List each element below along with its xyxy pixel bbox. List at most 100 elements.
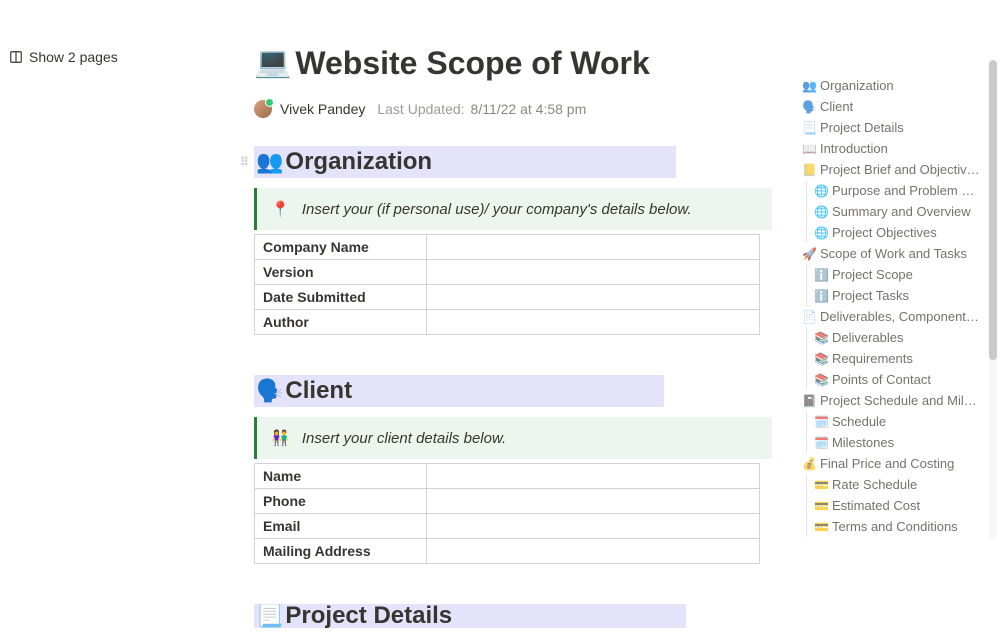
page-title-text: Website Scope of Work: [295, 44, 649, 82]
outline-item[interactable]: 💳Estimated Cost: [802, 495, 980, 516]
outline-item[interactable]: 📓Project Schedule and Milestones: [802, 390, 980, 411]
heading-organization-text: Organization: [285, 148, 432, 176]
page-title-emoji: 💻: [254, 45, 291, 81]
outline-item[interactable]: 📃Project Details: [802, 117, 980, 138]
outline-item-icon: ℹ️: [814, 268, 829, 282]
cell-label[interactable]: Author: [255, 310, 427, 335]
outline-item-icon: 📒: [802, 163, 817, 177]
outline-item-label: Estimated Cost: [832, 498, 920, 513]
outline-item[interactable]: 📚 Requirements: [802, 348, 980, 369]
outline-item-label: Summary and Overview: [832, 204, 971, 219]
callout-organization[interactable]: 📍 Insert your (if personal use)/ your co…: [254, 188, 772, 230]
outline-item-label: Final Price and Costing: [820, 456, 954, 471]
cell-value[interactable]: [427, 235, 760, 260]
pin-icon: 📍: [271, 201, 290, 218]
table-row: Name: [255, 464, 760, 489]
outline-item-icon: 🗓️: [814, 436, 829, 450]
updated-value: 8/11/22 at 4:58 pm: [471, 101, 587, 117]
outline-item-icon: 🌐: [814, 205, 829, 219]
cell-value[interactable]: [427, 464, 760, 489]
outline-item[interactable]: 📖Introduction: [802, 138, 980, 159]
heading-client-emoji: 🗣️: [256, 378, 283, 404]
outline-item-icon: 🗣️: [802, 100, 817, 114]
outline-item[interactable]: ℹ️ Project Scope: [802, 264, 980, 285]
cell-value[interactable]: [427, 539, 760, 564]
outline-panel: 👥Organization🗣️Client📃Project Details📖In…: [802, 75, 980, 545]
outline-item-label: Project Brief and Objectives: [820, 162, 980, 177]
outline-item-label: Project Objectives: [832, 225, 937, 240]
document-main: 💻 Website Scope of Work Vivek Pandey Las…: [254, 44, 774, 638]
outline-item-icon: 📖: [802, 142, 817, 156]
outline-item[interactable]: 🗓️Milestones: [802, 432, 980, 453]
show-pages-label: Show 2 pages: [29, 49, 118, 65]
outline-item[interactable]: 📒Project Brief and Objectives: [802, 159, 980, 180]
author-avatar[interactable]: [254, 100, 272, 118]
outline-item-icon: 🌐: [814, 226, 829, 240]
outline-item[interactable]: 📚Points of Contact: [802, 369, 980, 390]
table-row: Email: [255, 514, 760, 539]
author-name[interactable]: Vivek Pandey: [280, 101, 365, 117]
cell-label[interactable]: Version: [255, 260, 427, 285]
cell-label[interactable]: Email: [255, 514, 427, 539]
outline-item[interactable]: 🌐Summary and Overview: [802, 201, 980, 222]
outline-item[interactable]: 💰 Final Price and Costing: [802, 453, 980, 474]
outline-item-icon: 🚀: [802, 247, 817, 261]
table-client: Name Phone Email Mailing Address: [254, 463, 760, 564]
outline-item-label: Points of Contact: [832, 372, 931, 387]
cell-value[interactable]: [427, 514, 760, 539]
outline-item-label: Purpose and Problem Statem…: [832, 183, 980, 198]
outline-item-icon: 💳: [814, 499, 829, 513]
heading-organization-emoji: 👥: [256, 149, 283, 175]
outline-item[interactable]: 🌐Project Objectives: [802, 222, 980, 243]
cell-label[interactable]: Phone: [255, 489, 427, 514]
outline-item-icon: ℹ️: [814, 289, 829, 303]
outline-item-label: Deliverables, Components, & R…: [820, 309, 980, 324]
heading-project-details-text: Project Details: [285, 604, 452, 628]
outline-item-icon: 👥: [802, 79, 817, 93]
drag-handle-icon[interactable]: ⠿: [240, 155, 247, 169]
cell-value[interactable]: [427, 260, 760, 285]
outline-item[interactable]: 👥Organization: [802, 75, 980, 96]
table-row: Version: [255, 260, 760, 285]
outline-item[interactable]: 📚Deliverables: [802, 327, 980, 348]
outline-item-label: Client: [820, 99, 853, 114]
show-pages-toggle[interactable]: Show 2 pages: [9, 49, 118, 65]
outline-item[interactable]: 💳Terms and Conditions: [802, 516, 980, 537]
outline-item-icon: 📓: [802, 394, 817, 408]
outline-item[interactable]: 📄Deliverables, Components, & R…: [802, 306, 980, 327]
cell-label[interactable]: Company Name: [255, 235, 427, 260]
outline-item-icon: 🌐: [814, 184, 829, 198]
outline-item[interactable]: 🗓️Schedule: [802, 411, 980, 432]
outline-item[interactable]: 🗣️Client: [802, 96, 980, 117]
scrollbar-thumb[interactable]: [989, 60, 997, 360]
cell-value[interactable]: [427, 489, 760, 514]
outline-item[interactable]: 💳Rate Schedule: [802, 474, 980, 495]
outline-item[interactable]: 🚀Scope of Work and Tasks: [802, 243, 980, 264]
table-row: Date Submitted: [255, 285, 760, 310]
heading-project-details[interactable]: 📃 Project Details: [254, 604, 686, 628]
cell-label[interactable]: Date Submitted: [255, 285, 427, 310]
scrollbar-vertical[interactable]: [989, 60, 997, 540]
outline-item[interactable]: 🌐Purpose and Problem Statem…: [802, 180, 980, 201]
callout-client-text: Insert your client details below.: [302, 430, 506, 447]
callout-client[interactable]: 👫 Insert your client details below.: [254, 417, 772, 459]
table-row: Company Name: [255, 235, 760, 260]
heading-client-text: Client: [285, 377, 352, 405]
outline-item-label: Project Details: [820, 120, 904, 135]
cell-label[interactable]: Mailing Address: [255, 539, 427, 564]
outline-item-label: Requirements: [832, 351, 913, 366]
outline-item[interactable]: ℹ️ Project Tasks: [802, 285, 980, 306]
heading-client[interactable]: 🗣️ Client: [254, 375, 664, 407]
outline-item-icon: 📃: [802, 121, 817, 135]
cell-value[interactable]: [427, 285, 760, 310]
heading-organization[interactable]: ⠿ 👥 Organization: [254, 146, 676, 178]
cell-value[interactable]: [427, 310, 760, 335]
page-meta: Vivek Pandey Last Updated: 8/11/22 at 4:…: [254, 100, 774, 118]
cell-label[interactable]: Name: [255, 464, 427, 489]
outline-item-label: Terms and Conditions: [832, 519, 958, 534]
table-row: Author: [255, 310, 760, 335]
updated-label: Last Updated:: [377, 101, 464, 117]
outline-item-icon: 📄: [802, 310, 817, 324]
outline-item-icon: 💳: [814, 520, 829, 534]
book-icon: [9, 50, 23, 64]
